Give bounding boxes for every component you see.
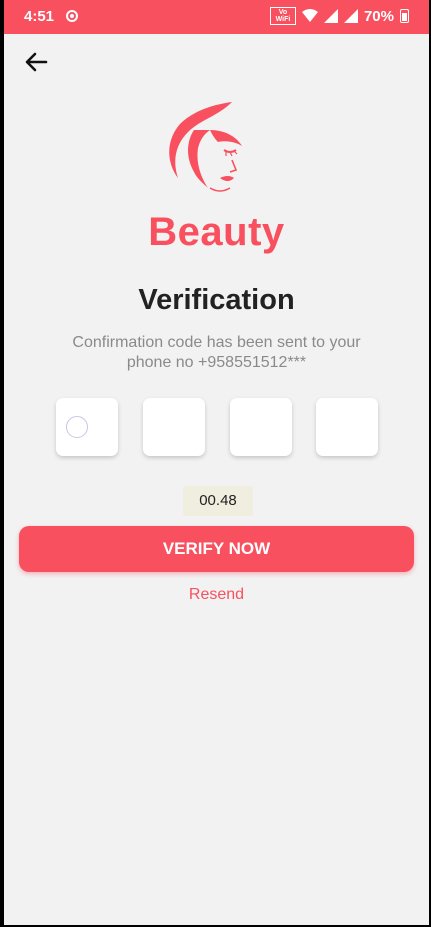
code-digit-2[interactable] (143, 398, 205, 456)
status-time: 4:51 (24, 8, 55, 25)
confirmation-message: Confirmation code has been sent to your … (72, 334, 361, 371)
focus-ring-icon (66, 416, 88, 438)
resend-link[interactable]: Resend (4, 586, 429, 604)
status-icons: Vo WiFi 70% (269, 7, 409, 25)
signal-icon-2 (343, 9, 358, 23)
verify-now-button[interactable]: VERIFY NOW (19, 526, 414, 572)
page-title: Verification (138, 284, 295, 316)
countdown-timer: 00.48 (183, 486, 253, 516)
wifi-icon (301, 9, 318, 22)
battery-icon (400, 9, 409, 23)
code-digit-3[interactable] (230, 398, 292, 456)
back-arrow-icon[interactable] (22, 48, 50, 76)
brand-logo-icon (169, 102, 242, 192)
verification-screen: 4:51 Vo WiFi 70% Beauty Verification Con… (4, 0, 429, 925)
vowifi-icon: Vo WiFi (269, 7, 296, 25)
battery-level: 70% (363, 7, 394, 25)
record-icon (66, 10, 78, 22)
brand-name: Beauty (148, 210, 285, 254)
status-bar: 4:51 Vo WiFi 70% (4, 0, 429, 34)
signal-icon (323, 9, 338, 23)
code-digit-4[interactable] (316, 398, 378, 456)
